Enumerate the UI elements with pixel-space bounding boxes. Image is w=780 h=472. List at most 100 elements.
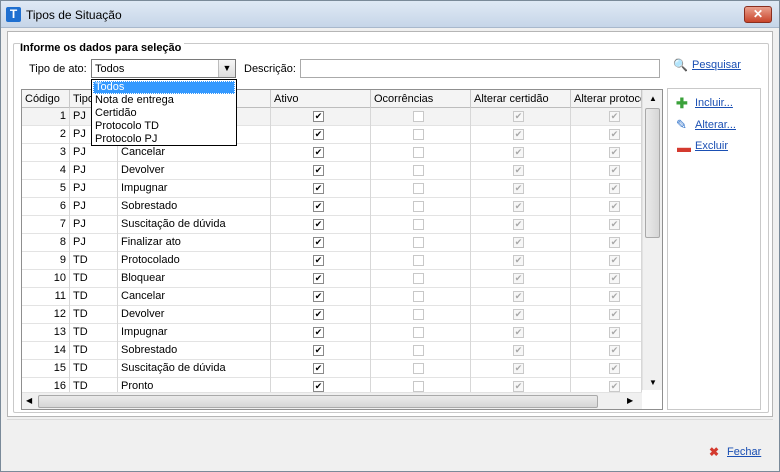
cell-codigo: 3 — [22, 144, 70, 162]
ocorrencias-checkbox[interactable] — [413, 237, 424, 248]
red-x-icon[interactable]: ✖ — [709, 445, 719, 459]
horizontal-scrollbar[interactable]: ◀ ▶ — [22, 392, 642, 409]
table-row[interactable]: 11 TD Cancelar ✔ ✔ ✔ — [22, 288, 642, 306]
cell-ativo: ✔ — [271, 144, 371, 162]
cell-codigo: 13 — [22, 324, 70, 342]
col-ocorrencias[interactable]: Ocorrências — [371, 90, 471, 108]
ativo-checkbox[interactable]: ✔ — [313, 327, 324, 338]
ocorrencias-checkbox[interactable] — [413, 219, 424, 230]
cell-tipo: PJ — [70, 144, 118, 162]
title-bar[interactable]: T Tipos de Situação ✕ — [1, 1, 779, 28]
ocorrencias-checkbox[interactable] — [413, 165, 424, 176]
table-row[interactable]: 13 TD Impugnar ✔ ✔ ✔ — [22, 324, 642, 342]
alterar-protocolo-checkbox: ✔ — [609, 129, 620, 140]
ativo-checkbox[interactable]: ✔ — [313, 381, 324, 392]
ativo-checkbox[interactable]: ✔ — [313, 201, 324, 212]
actions-panel — [667, 88, 761, 410]
ocorrencias-checkbox[interactable] — [413, 345, 424, 356]
pesquisar-link[interactable]: Pesquisar — [692, 59, 741, 71]
ativo-checkbox[interactable]: ✔ — [313, 291, 324, 302]
ativo-checkbox[interactable]: ✔ — [313, 219, 324, 230]
cell-ativo: ✔ — [271, 180, 371, 198]
scroll-right-icon[interactable]: ▶ — [627, 396, 633, 405]
fechar-button[interactable]: Fechar — [727, 446, 761, 458]
alterar-button[interactable]: Alterar... — [695, 119, 736, 131]
ocorrencias-checkbox[interactable] — [413, 291, 424, 302]
scroll-down-icon[interactable]: ▼ — [649, 378, 657, 387]
dropdown-option-todos[interactable]: Todos — [93, 81, 235, 94]
table-row[interactable]: 5 PJ Impugnar ✔ ✔ ✔ — [22, 180, 642, 198]
alterar-certidao-checkbox: ✔ — [513, 219, 524, 230]
excluir-button[interactable]: Excluir — [695, 140, 728, 152]
table-row[interactable]: 10 TD Bloquear ✔ ✔ ✔ — [22, 270, 642, 288]
ativo-checkbox[interactable]: ✔ — [313, 183, 324, 194]
cell-tipo: TD — [70, 324, 118, 342]
ocorrencias-checkbox[interactable] — [413, 363, 424, 374]
chevron-down-icon[interactable]: ▼ — [218, 60, 235, 77]
cell-ativo: ✔ — [271, 198, 371, 216]
cell-alterar-protocolo: ✔ — [571, 360, 642, 378]
descricao-input[interactable] — [300, 59, 660, 78]
table-row[interactable]: 9 TD Protocolado ✔ ✔ ✔ — [22, 252, 642, 270]
ocorrencias-checkbox[interactable] — [413, 183, 424, 194]
cell-alterar-certidao: ✔ — [471, 162, 571, 180]
ativo-checkbox[interactable]: ✔ — [313, 129, 324, 140]
ativo-checkbox[interactable]: ✔ — [313, 111, 324, 122]
cell-codigo: 7 — [22, 216, 70, 234]
scroll-up-icon[interactable]: ▲ — [649, 94, 657, 103]
table-row[interactable]: 4 PJ Devolver ✔ ✔ ✔ — [22, 162, 642, 180]
ativo-checkbox[interactable]: ✔ — [313, 147, 324, 158]
dropdown-option-certidao[interactable]: Certidão — [93, 107, 235, 120]
ocorrencias-checkbox[interactable] — [413, 201, 424, 212]
ativo-checkbox[interactable]: ✔ — [313, 273, 324, 284]
ocorrencias-checkbox[interactable] — [413, 111, 424, 122]
cell-codigo: 6 — [22, 198, 70, 216]
table-row[interactable]: 14 TD Sobrestado ✔ ✔ ✔ — [22, 342, 642, 360]
ocorrencias-checkbox[interactable] — [413, 129, 424, 140]
plus-icon[interactable]: ✚ — [676, 95, 688, 112]
ativo-checkbox[interactable]: ✔ — [313, 255, 324, 266]
table-row[interactable]: 8 PJ Finalizar ato ✔ ✔ ✔ — [22, 234, 642, 252]
ativo-checkbox[interactable]: ✔ — [313, 309, 324, 320]
incluir-button[interactable]: Incluir... — [695, 97, 733, 109]
ocorrencias-checkbox[interactable] — [413, 273, 424, 284]
alterar-protocolo-checkbox: ✔ — [609, 255, 620, 266]
ativo-checkbox[interactable]: ✔ — [313, 363, 324, 374]
horizontal-scroll-thumb[interactable] — [38, 395, 598, 408]
dropdown-option-protocolo-td[interactable]: Protocolo TD — [93, 120, 235, 133]
col-alterar-certidao[interactable]: Alterar certidão — [471, 90, 571, 108]
tipo-ato-dropdown-list[interactable]: Todos Nota de entrega Certidão Protocolo… — [91, 79, 237, 146]
vertical-scrollbar[interactable]: ▲ ▼ — [642, 90, 662, 390]
ativo-checkbox[interactable]: ✔ — [313, 345, 324, 356]
scroll-left-icon[interactable]: ◀ — [26, 396, 32, 405]
col-codigo[interactable]: Código — [22, 90, 70, 108]
table-row[interactable]: 6 PJ Sobrestado ✔ ✔ ✔ — [22, 198, 642, 216]
search-icon[interactable]: 🔍 — [673, 58, 688, 72]
cell-tipo: TD — [70, 288, 118, 306]
ocorrencias-checkbox[interactable] — [413, 255, 424, 266]
vertical-scroll-thumb[interactable] — [645, 108, 660, 238]
cell-ocorrencias — [371, 144, 471, 162]
ocorrencias-checkbox[interactable] — [413, 327, 424, 338]
ativo-checkbox[interactable]: ✔ — [313, 165, 324, 176]
table-row[interactable]: 7 PJ Suscitação de dúvida ✔ ✔ ✔ — [22, 216, 642, 234]
dropdown-option-protocolo-pj[interactable]: Protocolo PJ — [93, 133, 235, 146]
ativo-checkbox[interactable]: ✔ — [313, 237, 324, 248]
tipo-ato-combobox[interactable]: Todos ▼ — [91, 59, 236, 78]
table-row[interactable]: 12 TD Devolver ✔ ✔ ✔ — [22, 306, 642, 324]
alterar-protocolo-checkbox: ✔ — [609, 291, 620, 302]
col-ativo[interactable]: Ativo — [271, 90, 371, 108]
ocorrencias-checkbox[interactable] — [413, 147, 424, 158]
pencil-icon[interactable]: ✎ — [676, 117, 687, 133]
ocorrencias-checkbox[interactable] — [413, 309, 424, 320]
close-icon[interactable]: ✕ — [744, 6, 772, 23]
cell-descricao: Suscitação de dúvida — [118, 360, 271, 378]
table-row[interactable]: 15 TD Suscitação de dúvida ✔ ✔ ✔ — [22, 360, 642, 378]
ocorrencias-checkbox[interactable] — [413, 381, 424, 392]
cell-ocorrencias — [371, 180, 471, 198]
cell-ativo: ✔ — [271, 216, 371, 234]
minus-icon[interactable]: ▬ — [677, 139, 691, 155]
col-alterar-protocolo[interactable]: Alterar protocolo — [571, 90, 642, 108]
dropdown-option-nota-entrega[interactable]: Nota de entrega — [93, 94, 235, 107]
table-row[interactable]: 3 PJ Cancelar ✔ ✔ ✔ — [22, 144, 642, 162]
